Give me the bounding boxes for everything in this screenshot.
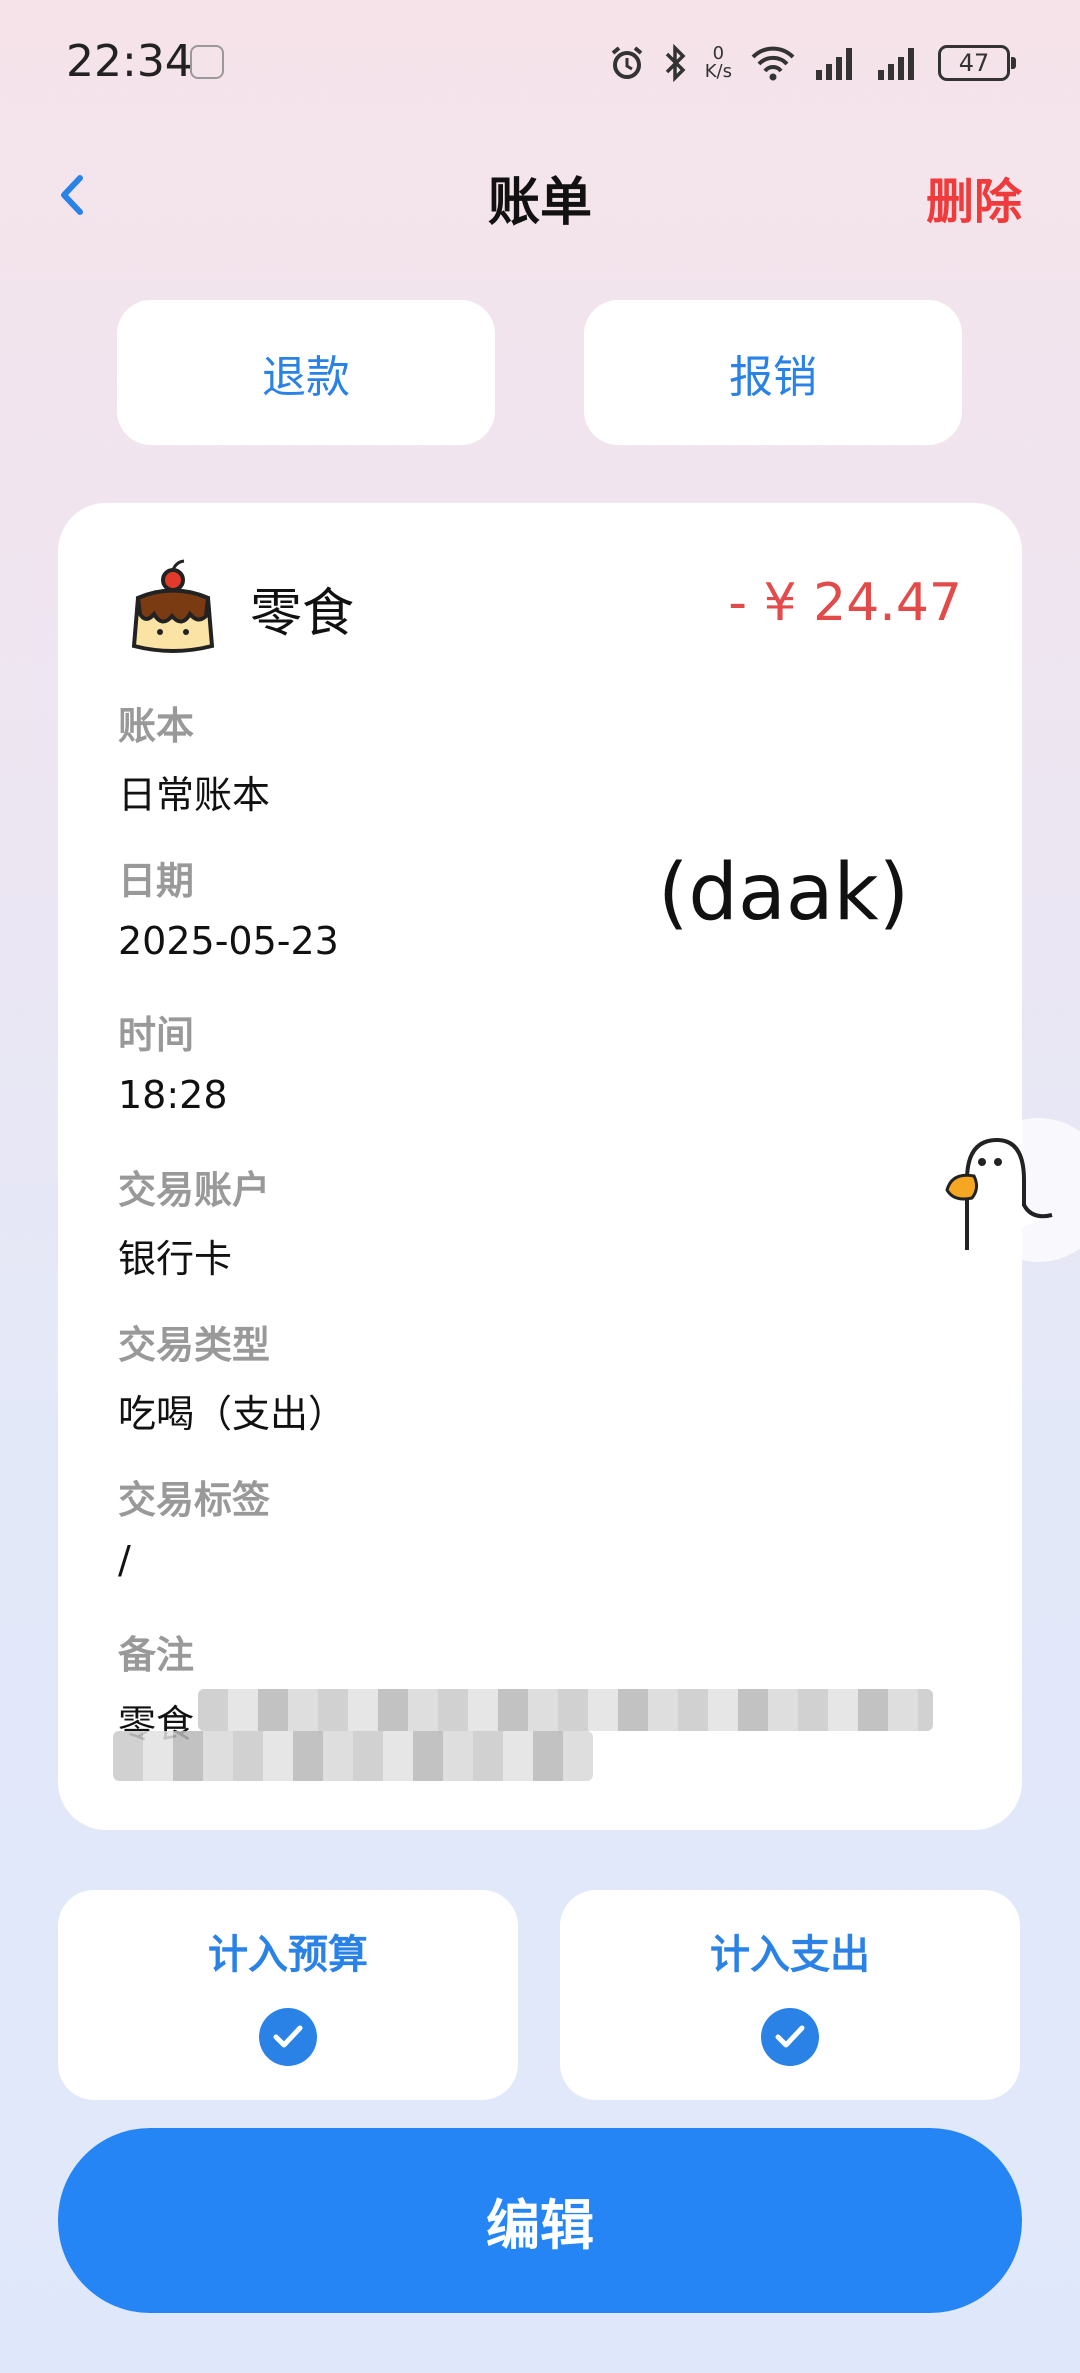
field-value: 吃喝（支出） xyxy=(118,1392,347,1436)
include-expense-label: 计入支出 xyxy=(710,1932,870,1978)
expense-checked-icon[interactable] xyxy=(761,2008,819,2066)
field-account: 交易账户 银行卡 xyxy=(118,1159,270,1283)
category-name: 零食 xyxy=(250,584,355,644)
network-speed: 0 K/s xyxy=(704,43,732,82)
duck-floating-icon[interactable] xyxy=(942,1110,1080,1270)
field-value: 2025-05-23 xyxy=(118,919,339,963)
top-nav: 账单 删除 xyxy=(0,150,1080,240)
status-time: 22:34 xyxy=(66,36,193,87)
field-label: 日期 xyxy=(118,859,195,903)
field-time: 时间 18:28 xyxy=(118,1004,228,1117)
field-value: / xyxy=(118,1538,131,1582)
redacted-text xyxy=(198,1689,933,1731)
field-tags: 交易标签 / xyxy=(118,1469,270,1582)
bill-detail-card: 零食 - ¥ 24.47 账本 日常账本 日期 2025-05-23 时间 18… xyxy=(58,503,1022,1830)
field-label: 账本 xyxy=(118,704,195,748)
field-label: 交易类型 xyxy=(118,1323,271,1367)
pudding-icon xyxy=(131,559,215,653)
edit-button[interactable]: 编辑 xyxy=(58,2128,1022,2313)
field-label: 时间 xyxy=(118,1013,195,1057)
reimburse-button[interactable]: 报销 xyxy=(584,300,962,445)
field-type: 交易类型 吃喝（支出） xyxy=(118,1314,346,1438)
bill-amount: - ¥ 24.47 xyxy=(728,573,962,633)
status-bar: 22:34 0 K/s 47 xyxy=(0,0,1080,125)
bluetooth-icon xyxy=(665,44,686,82)
field-label: 备注 xyxy=(118,1633,195,1677)
budget-checked-icon[interactable] xyxy=(259,2008,317,2066)
delete-button[interactable]: 删除 xyxy=(926,162,1022,232)
battery-indicator: 47 xyxy=(938,45,1016,81)
refund-button[interactable]: 退款 xyxy=(117,300,495,445)
redacted-text xyxy=(113,1731,593,1781)
field-label: 交易标签 xyxy=(118,1478,271,1522)
status-icons: 0 K/s 47 xyxy=(609,38,1016,88)
field-label: 交易账户 xyxy=(118,1168,271,1212)
signal-icon xyxy=(816,48,852,80)
field-value: 日常账本 xyxy=(118,773,271,817)
field-value: 银行卡 xyxy=(118,1237,233,1281)
field-value: 18:28 xyxy=(118,1073,228,1117)
include-budget-label: 计入预算 xyxy=(208,1932,368,1978)
alarm-icon xyxy=(611,46,643,79)
wifi-icon xyxy=(751,46,795,81)
page-title: 账单 xyxy=(487,173,592,233)
signal-icon-2 xyxy=(878,48,914,80)
field-ledger: 账本 日常账本 xyxy=(118,695,270,819)
app-notification-icon xyxy=(190,45,224,79)
watermark-text: (daak) xyxy=(658,848,910,938)
field-note: 备注 零食 xyxy=(118,1624,194,1748)
field-date: 日期 2025-05-23 xyxy=(118,850,339,963)
include-expense-toggle[interactable]: 计入支出 xyxy=(560,1890,1020,2100)
include-budget-toggle[interactable]: 计入预算 xyxy=(58,1890,518,2100)
